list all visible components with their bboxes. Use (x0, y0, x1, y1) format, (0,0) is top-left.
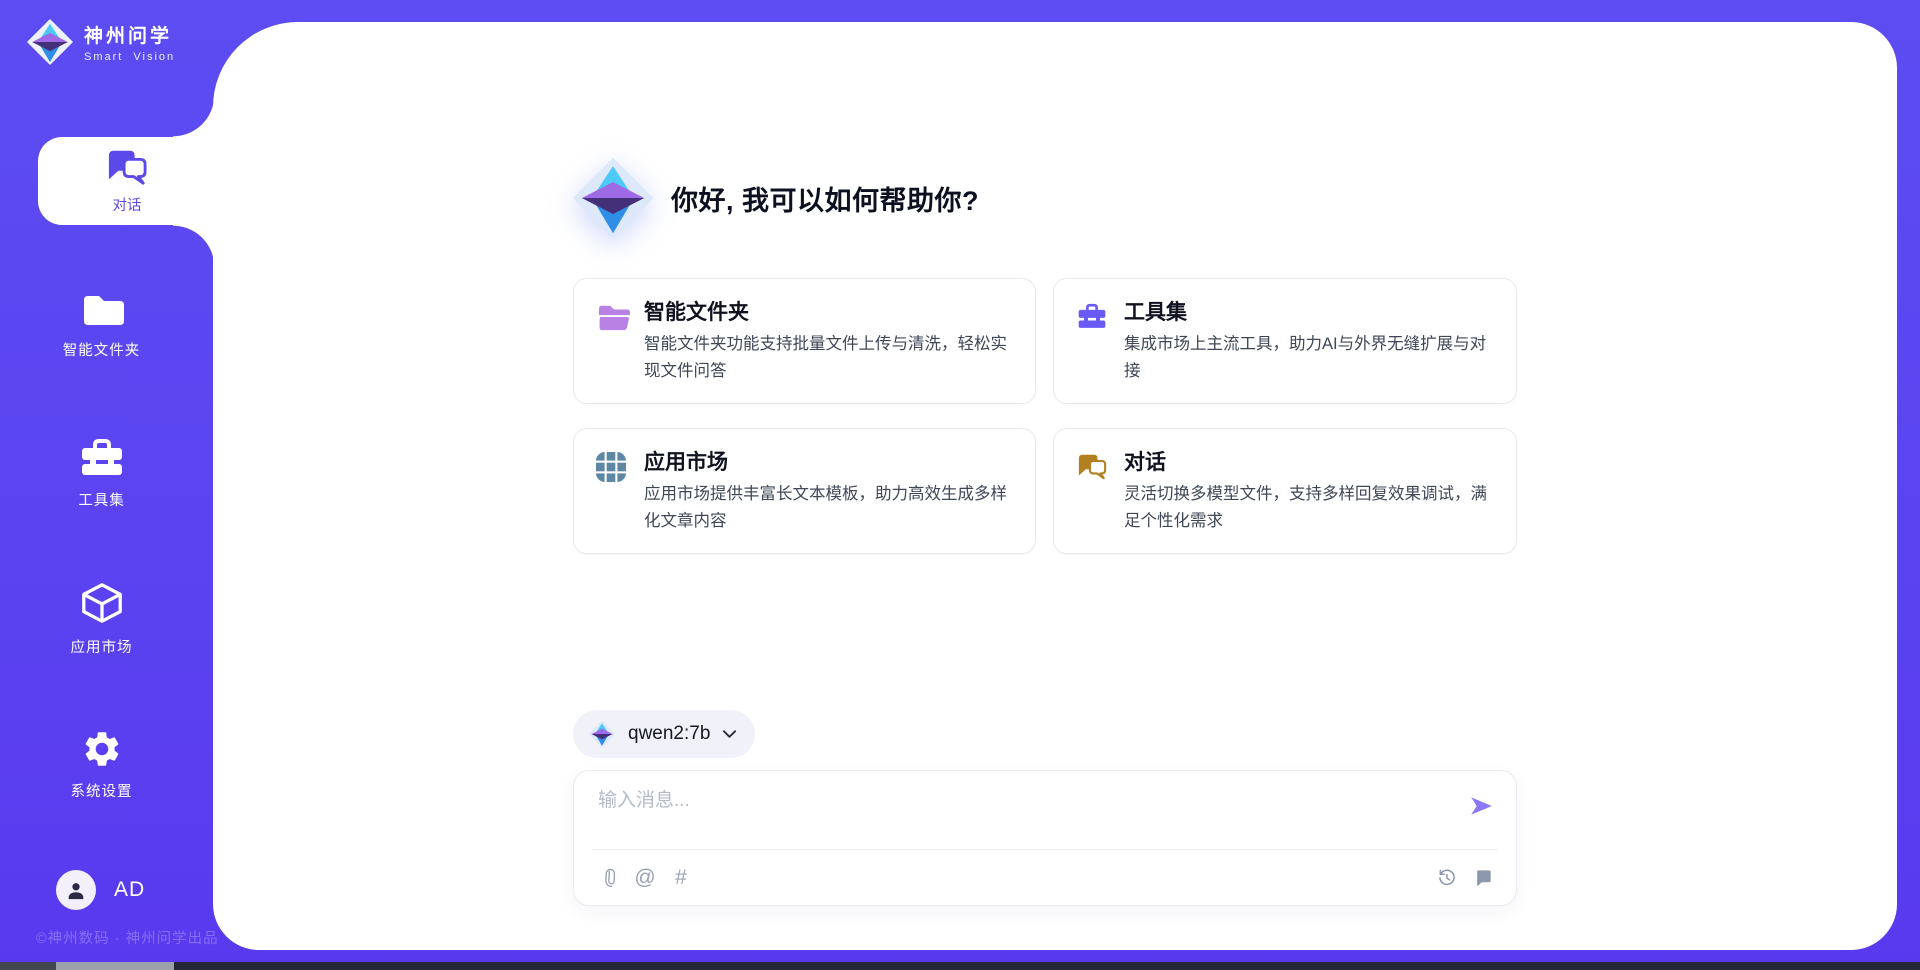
sidebar-item-label: 应用市场 (71, 636, 133, 657)
card-title: 工具集 (1124, 296, 1187, 326)
card-description: 智能文件夹功能支持批量文件上传与清洗，轻松实现文件问答 (644, 331, 1009, 385)
card-description: 灵活切换多模型文件，支持多样回复效果调试，满足个性化需求 (1124, 481, 1490, 535)
user-account[interactable]: AD (56, 870, 145, 910)
chevron-down-icon (722, 729, 737, 739)
gear-icon (81, 728, 123, 770)
feature-cards: 智能文件夹 智能文件夹功能支持批量文件上传与清洗，轻松实现文件问答 工具集 集成… (573, 278, 1517, 554)
sidebar-item-label: 系统设置 (71, 780, 133, 801)
card-title: 对话 (1124, 446, 1166, 476)
toolbox-icon (78, 437, 126, 479)
message-composer: @ # (573, 770, 1517, 906)
bottom-strip (0, 962, 1920, 970)
brand-diamond-icon (26, 16, 74, 68)
card-smart-folder[interactable]: 智能文件夹 智能文件夹功能支持批量文件上传与清洗，轻松实现文件问答 (573, 278, 1036, 404)
avatar (56, 870, 96, 910)
send-icon[interactable] (1468, 793, 1494, 819)
tab-fillet-top (173, 95, 215, 137)
sidebar-item-label: 对话 (113, 194, 142, 215)
sidebar-item-tools[interactable]: 工具集 (0, 437, 203, 510)
card-description: 应用市场提供丰富长文本模板，助力高效生成多样化文章内容 (644, 481, 1009, 535)
card-toolset[interactable]: 工具集 集成市场上主流工具，助力AI与外界无缝扩展与对接 (1053, 278, 1517, 404)
sidebar-item-label: 工具集 (78, 489, 125, 510)
chat-icon (105, 147, 149, 187)
sidebar-item-market[interactable]: 应用市场 (0, 580, 203, 657)
card-description: 集成市场上主流工具，助力AI与外界无缝扩展与对接 (1124, 331, 1490, 385)
mention-icon[interactable]: @ (634, 867, 656, 889)
sidebar-item-settings[interactable]: 系统设置 (0, 728, 203, 801)
folder-icon (596, 302, 632, 332)
bottom-strip-segment (0, 962, 56, 970)
copyright-footer: ©神州数码 · 神州问学出品 (36, 927, 219, 948)
composer-toolbar: @ # (598, 850, 1494, 905)
model-name: qwen2:7b (628, 723, 710, 745)
sidebar-item-chat[interactable]: 对话 (38, 137, 216, 225)
person-icon (65, 879, 87, 901)
card-title: 智能文件夹 (644, 296, 749, 326)
history-icon[interactable] (1436, 867, 1458, 889)
message-input[interactable] (598, 785, 1458, 843)
brand-name: 神州问学 (84, 21, 175, 48)
sidebar-item-folders[interactable]: 智能文件夹 (0, 292, 203, 360)
tab-fillet-bottom (173, 225, 215, 267)
model-selector[interactable]: qwen2:7b (573, 710, 755, 758)
user-initials: AD (114, 878, 145, 902)
card-title: 应用市场 (644, 446, 728, 476)
bottom-strip-segment (56, 962, 174, 970)
apps-grid-icon (596, 452, 626, 482)
greeting-header: 你好, 我可以如何帮助你? (571, 154, 979, 242)
brand-subtitle: Smart Vision (84, 51, 175, 63)
comment-icon[interactable] (1472, 867, 1494, 889)
card-chat[interactable]: 对话 灵活切换多模型文件，支持多样回复效果调试，满足个性化需求 (1053, 428, 1517, 554)
toolbox-icon (1076, 302, 1108, 331)
brand-logo: 神州问学 Smart Vision (26, 16, 175, 68)
sidebar-item-label: 智能文件夹 (63, 339, 141, 360)
cube-icon (79, 580, 125, 626)
chat-icon (1076, 452, 1108, 481)
attachment-icon[interactable] (598, 867, 620, 889)
folder-icon (80, 292, 124, 329)
assistant-diamond-icon (571, 154, 655, 242)
card-app-market[interactable]: 应用市场 应用市场提供丰富长文本模板，助力高效生成多样化文章内容 (573, 428, 1036, 554)
model-diamond-icon (588, 719, 616, 749)
greeting-text: 你好, 我可以如何帮助你? (671, 179, 979, 218)
hashtag-icon[interactable]: # (670, 867, 692, 889)
